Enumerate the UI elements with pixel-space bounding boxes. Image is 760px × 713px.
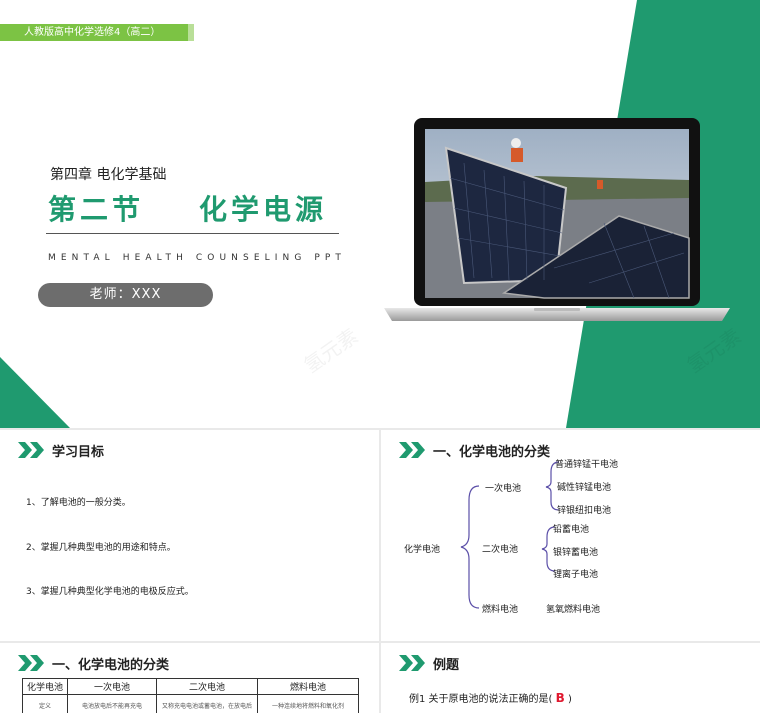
- section-title: 第二节 化学电源: [48, 193, 327, 226]
- battery-item: 碱性锌锰电池: [557, 483, 612, 493]
- category-label: 二次电池: [482, 545, 519, 555]
- goal-item: 1、了解电池的一般分类。: [26, 498, 131, 508]
- table-header-row: 化学电池 一次电池 二次电池 燃料电池: [22, 678, 359, 695]
- heading-text: 一、化学电池的分类: [52, 657, 170, 673]
- heading-text: 学习目标: [52, 444, 105, 460]
- table-header: 化学电池: [22, 678, 68, 695]
- table-cell: 定义: [22, 694, 68, 713]
- english-subtitle: MENTAL HEALTH COUNSELING PPT: [48, 253, 347, 263]
- root-label: 化学电池: [404, 545, 441, 555]
- battery-item: 锌银纽扣电池: [557, 506, 612, 516]
- slide-heading: 例题: [399, 653, 459, 673]
- slide-heading: 学习目标: [18, 440, 104, 460]
- table-header: 燃料电池: [257, 678, 359, 695]
- classification-slide: 一、化学电池的分类 化学电池 一次电池 二次电池 燃料电池 普通锌锰干电池 碱性…: [381, 430, 760, 641]
- double-chevron-icon: [399, 655, 425, 671]
- battery-item: 普通锌锰干电池: [555, 460, 619, 470]
- title-divider: [46, 233, 339, 234]
- double-chevron-icon: [18, 442, 44, 458]
- battery-item: 氢氧燃料电池: [546, 605, 601, 615]
- title-slide: 人教版高中化学选修4（高二） 第四章 电化学基础 第二节 化学电源 MENTAL…: [0, 0, 760, 428]
- table-cell: 电池放电后不能再充电: [67, 694, 157, 713]
- question-end: ): [567, 694, 572, 705]
- table-header: 二次电池: [156, 678, 258, 695]
- table-header: 一次电池: [67, 678, 157, 695]
- table-slide: 一、化学电池的分类 化学电池 一次电池 二次电池 燃料电池 定义 电池放电后不能…: [0, 643, 379, 713]
- question-text: 例1 关于原电池的说法正确的是(: [409, 694, 553, 705]
- goal-item: 2、掌握几种典型电池的用途和特点。: [26, 543, 176, 553]
- goal-item: 3、掌握几种典型化学电池的电极反应式。: [26, 587, 194, 597]
- chapter-label: 第四章 电化学基础: [50, 167, 167, 183]
- course-tag: 人教版高中化学选修4（高二）: [0, 24, 194, 41]
- table-cell: 又称充电电池或蓄电池，在放电后: [156, 694, 258, 713]
- teacher-label: 老师：XXX: [38, 283, 213, 307]
- battery-item: 锂离子电池: [553, 570, 599, 580]
- answer-letter: B: [555, 691, 565, 705]
- battery-item: 铅蓄电池: [553, 525, 590, 535]
- heading-text: 例题: [433, 657, 460, 673]
- laptop-solar-panel-image: [384, 118, 730, 321]
- goals-slide: 学习目标 1、了解电池的一般分类。 2、掌握几种典型电池的用途和特点。 3、掌握…: [0, 430, 379, 641]
- battery-item: 银锌蓄电池: [553, 548, 599, 558]
- comparison-table: 化学电池 一次电池 二次电池 燃料电池 定义 电池放电后不能再充电 又称充电电池…: [22, 678, 359, 713]
- example-question: 例1 关于原电池的说法正确的是( B ): [409, 690, 572, 705]
- category-label: 燃料电池: [482, 605, 519, 615]
- slide-heading: 一、化学电池的分类: [18, 653, 169, 673]
- category-label: 一次电池: [485, 484, 522, 494]
- table-row: 定义 电池放电后不能再充电 又称充电电池或蓄电池，在放电后 一种连续地将燃料和氧…: [22, 694, 359, 713]
- table-cell: 一种连续地将燃料和氧化剂: [257, 694, 359, 713]
- double-chevron-icon: [18, 655, 44, 671]
- example-slide: 例题 例1 关于原电池的说法正确的是( B ): [381, 643, 760, 713]
